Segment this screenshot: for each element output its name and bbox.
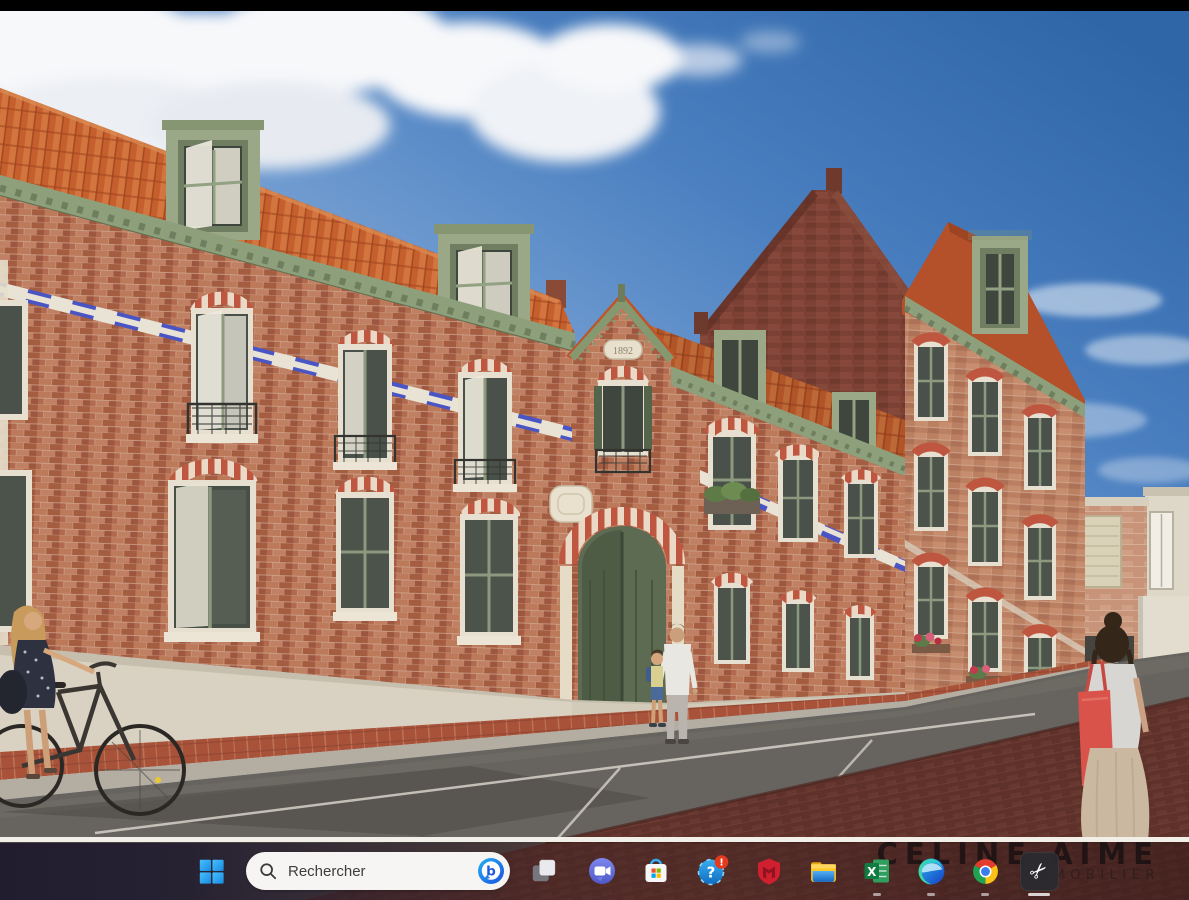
top-letterbox-bar — [0, 0, 1189, 11]
tall-dormer — [968, 230, 1032, 334]
wallpaper-image: 1892 — [0, 0, 1189, 900]
upper-window-1 — [186, 298, 258, 443]
microsoft-store-button[interactable] — [636, 851, 676, 891]
svg-text:X: X — [867, 865, 877, 879]
upper-window-2 — [333, 336, 397, 470]
mcafee-button[interactable] — [749, 851, 789, 891]
year-plaque: 1892 — [604, 340, 642, 359]
chrome-icon — [970, 856, 1001, 887]
chat-button[interactable] — [582, 851, 622, 891]
svg-text:?: ? — [707, 864, 716, 882]
bing-chat-icon[interactable]: b — [476, 856, 506, 886]
taskbar: Rechercher b — [0, 843, 1189, 900]
running-indicator-edge — [927, 893, 935, 896]
snipping-tool-button[interactable]: ✂ — [1019, 851, 1059, 891]
running-indicator-chrome — [981, 893, 989, 896]
start-button[interactable] — [191, 851, 231, 891]
lower-window-2 — [333, 483, 397, 621]
windows-start-icon — [198, 858, 225, 885]
teams-chat-icon — [587, 856, 617, 886]
lower-window-1 — [164, 466, 260, 642]
search-placeholder: Rechercher — [288, 863, 476, 880]
folder-icon — [808, 856, 839, 887]
edge-button[interactable] — [911, 851, 951, 891]
upper-window-3 — [453, 365, 517, 492]
store-bag-icon — [641, 856, 671, 886]
desktop-wallpaper: 1892 — [0, 0, 1189, 900]
help-question-icon: ? ! — [696, 854, 730, 888]
svg-text:!: ! — [719, 857, 724, 868]
entrance-gable: 1892 — [550, 284, 684, 748]
mcafee-shield-icon — [754, 856, 784, 886]
search-icon — [259, 862, 277, 880]
snipping-tool-plate: ✂ — [1020, 852, 1059, 891]
task-view-button[interactable] — [524, 851, 564, 891]
plaque-year-text: 1892 — [613, 346, 633, 357]
chrome-button[interactable] — [965, 851, 1005, 891]
scissors-icon: ✂ — [1024, 856, 1053, 885]
svg-text:b: b — [486, 863, 496, 879]
door-cartouche — [550, 486, 592, 522]
desktop-screen: 1892 — [0, 0, 1189, 900]
running-indicator-snipping-tool-active — [1028, 893, 1050, 896]
get-help-button[interactable]: ? ! — [693, 851, 733, 891]
edge-icon — [916, 856, 947, 887]
lower-window-3 — [457, 505, 521, 645]
excel-icon: X — [862, 856, 892, 886]
search-box[interactable]: Rechercher b — [246, 852, 510, 890]
file-explorer-button[interactable] — [803, 851, 843, 891]
task-view-icon — [530, 857, 558, 885]
excel-button[interactable]: X — [857, 851, 897, 891]
dormer-1 — [162, 120, 264, 240]
running-indicator-excel — [873, 893, 881, 896]
